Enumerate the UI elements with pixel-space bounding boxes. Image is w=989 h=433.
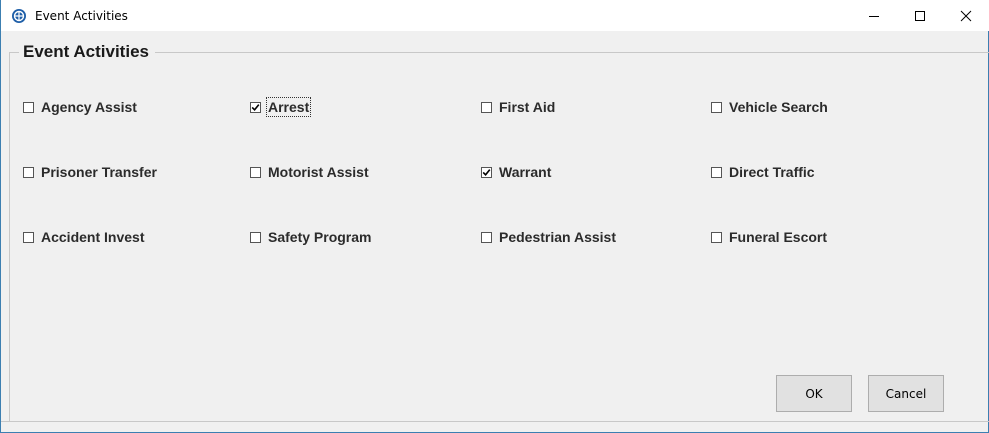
checkbox-warrant[interactable]: Warrant — [481, 163, 551, 181]
checkbox-label: Direct Traffic — [729, 164, 815, 180]
maximize-icon — [914, 10, 926, 22]
checkbox-motorist-assist[interactable]: Motorist Assist — [250, 163, 369, 181]
window-title: Event Activities — [35, 9, 128, 23]
maximize-button[interactable] — [897, 0, 943, 31]
checkbox-label: Warrant — [499, 164, 552, 180]
checkbox-label: Funeral Escort — [729, 229, 828, 245]
checkbox-funeral-escort[interactable]: Funeral Escort — [711, 228, 827, 246]
checkbox-direct-traffic[interactable]: Direct Traffic — [711, 163, 815, 181]
divider — [1, 421, 989, 422]
checkbox-box[interactable] — [23, 231, 34, 243]
checkbox-box[interactable] — [250, 101, 261, 113]
group-title: Event Activities — [19, 42, 155, 62]
checkbox-accident-invest[interactable]: Accident Invest — [23, 228, 144, 246]
checkbox-safety-program[interactable]: Safety Program — [250, 228, 371, 246]
checkbox-label: Prisoner Transfer — [41, 164, 157, 180]
checkbox-arrest[interactable]: Arrest — [250, 97, 312, 117]
cancel-button[interactable]: Cancel — [868, 375, 944, 412]
checkbox-label: Vehicle Search — [729, 99, 828, 115]
checkbox-pedestrian-assist[interactable]: Pedestrian Assist — [481, 228, 616, 246]
checkbox-label: Agency Assist — [41, 99, 137, 115]
checkmark-icon — [482, 168, 491, 176]
checkmark-icon — [251, 103, 260, 111]
checkbox-vehicle-search[interactable]: Vehicle Search — [711, 98, 828, 116]
title-bar[interactable]: Event Activities — [1, 0, 989, 31]
checkbox-box[interactable] — [711, 101, 722, 113]
checkbox-label: Pedestrian Assist — [499, 229, 616, 245]
checkbox-agency-assist[interactable]: Agency Assist — [23, 98, 137, 116]
checkbox-box[interactable] — [250, 166, 261, 178]
event-activities-window: Event Activities Event Activities Agency… — [0, 0, 989, 433]
checkbox-box[interactable] — [481, 231, 492, 243]
ok-button[interactable]: OK — [776, 375, 852, 412]
checkbox-box[interactable] — [23, 166, 34, 178]
close-button[interactable] — [943, 0, 989, 31]
checkbox-label: Accident Invest — [41, 229, 145, 245]
checkbox-box[interactable] — [711, 166, 722, 178]
checkbox-box[interactable] — [481, 101, 492, 113]
close-icon — [960, 10, 972, 22]
globe-icon — [11, 8, 27, 24]
checkbox-prisoner-transfer[interactable]: Prisoner Transfer — [23, 163, 157, 181]
minimize-button[interactable] — [851, 0, 897, 31]
minimize-icon — [868, 10, 880, 22]
checkbox-box[interactable] — [481, 166, 492, 178]
checkbox-label: Arrest — [265, 97, 312, 117]
checkbox-label: Motorist Assist — [268, 164, 369, 180]
checkbox-box[interactable] — [23, 101, 34, 113]
checkbox-first-aid[interactable]: First Aid — [481, 98, 555, 116]
checkbox-box[interactable] — [250, 231, 261, 243]
checkbox-box[interactable] — [711, 231, 722, 243]
checkbox-label: First Aid — [499, 99, 556, 115]
checkbox-label: Safety Program — [268, 229, 372, 245]
